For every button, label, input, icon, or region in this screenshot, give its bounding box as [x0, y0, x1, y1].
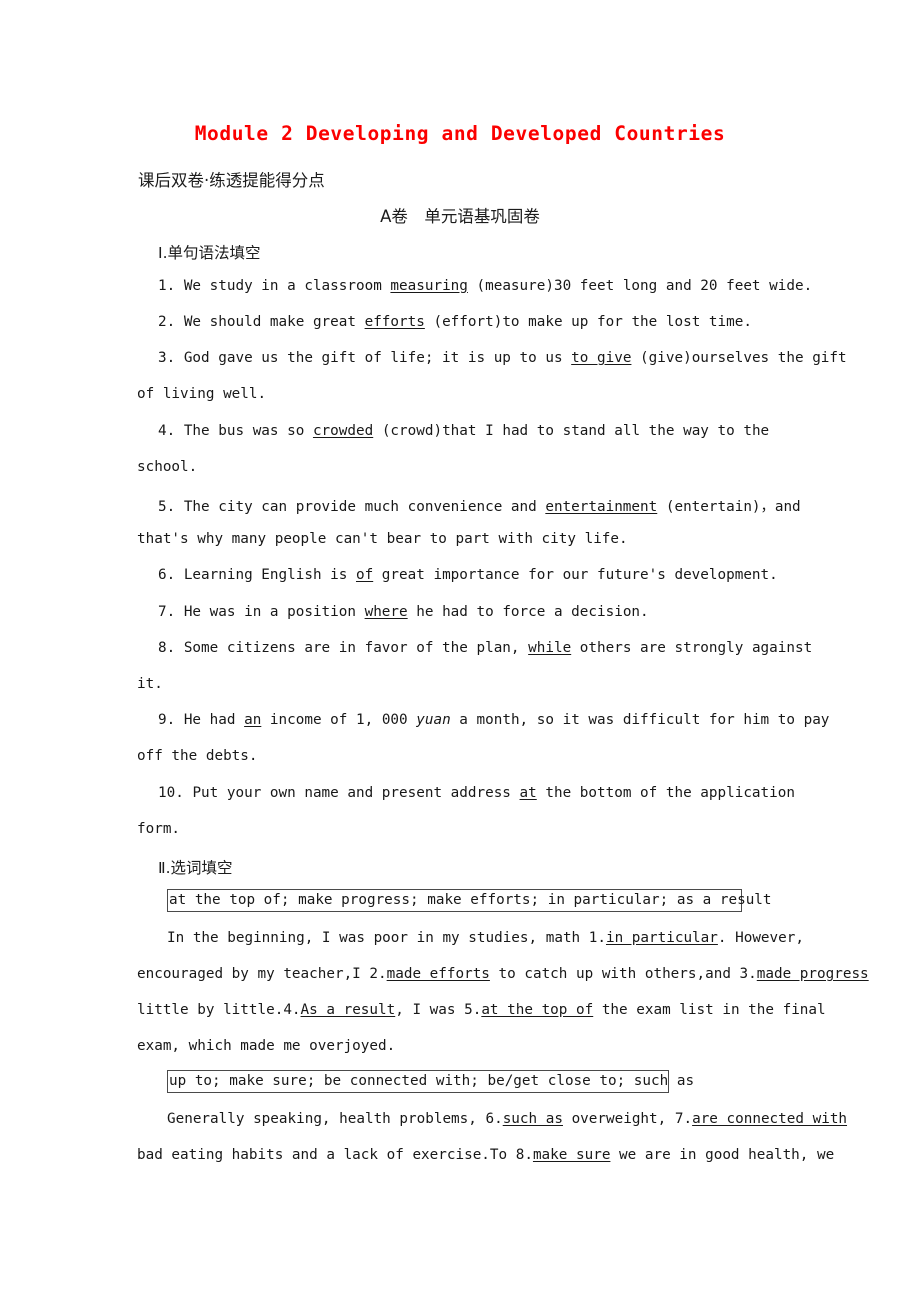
cloze-text: . However,	[717, 930, 804, 946]
exercise-item-10-continuation: form.	[137, 821, 181, 837]
exercise-item-9: 9. He had an income of 1, 000 yuan a mon…	[158, 712, 829, 728]
answer-blank: an	[244, 712, 262, 728]
cloze-paragraph-1-line-4: exam, which made me overjoyed.	[137, 1038, 396, 1054]
item-number: 5.	[158, 499, 184, 515]
cloze-text: In the beginning, I was poor in my studi…	[167, 930, 606, 946]
answer-blank: such as	[502, 1111, 563, 1127]
exercise-item-1: 1. We study in a classroom measuring (me…	[158, 278, 812, 294]
exercise-item-5-continuation: that's why many people can't bear to par…	[137, 531, 628, 547]
exercise-item-9-continuation: off the debts.	[137, 748, 258, 764]
item-text-pre: Learning English is	[183, 567, 356, 583]
cloze-text: , I was 5.	[395, 1002, 482, 1018]
page-title: Module 2 Developing and Developed Countr…	[194, 122, 726, 145]
item-number: 4.	[158, 423, 184, 439]
item-text-post: (entertain)，and	[657, 499, 801, 515]
answer-blank: at	[519, 785, 537, 801]
item-number: 6.	[158, 567, 184, 583]
document-subtitle: 课后双卷·练透提能得分点	[138, 171, 325, 190]
item-text-mid: income of 1, 000	[261, 712, 417, 728]
cloze-text: overweight, 7.	[562, 1111, 693, 1127]
word-bank-1: at the top of; make progress; make effor…	[167, 889, 772, 913]
exercise-item-3-continuation: of living well.	[137, 386, 267, 402]
answer-blank: made efforts	[386, 966, 490, 982]
item-text-post: a month, so it was difficult for him to …	[450, 712, 830, 728]
section-heading-1: Ⅰ.单句语法填空	[158, 244, 261, 262]
exercise-item-2: 2. We should make great efforts (effort)…	[158, 314, 752, 330]
item-number: 9.	[158, 712, 184, 728]
item-text-post: (effort)to make up for the lost time.	[424, 314, 752, 330]
answer-blank: efforts	[364, 314, 425, 330]
answer-blank: made progress	[756, 966, 869, 982]
answer-blank: to give	[571, 350, 632, 366]
item-text-pre: The city can provide much convenience an…	[183, 499, 546, 515]
item-text-post: (give)ourselves the gift	[631, 350, 847, 366]
answer-blank: in particular	[605, 930, 718, 946]
italic-term: yuan	[416, 712, 451, 728]
answer-blank: where	[364, 604, 408, 620]
section-heading-2: Ⅱ.选词填空	[158, 859, 233, 877]
answer-blank: while	[528, 640, 572, 656]
item-text-pre: God gave us the gift of life; it is up t…	[183, 350, 572, 366]
cloze-paragraph-2-line-2: bad eating habits and a lack of exercise…	[137, 1147, 834, 1163]
item-text-pre: The bus was so	[183, 423, 313, 439]
exercise-item-8: 8. Some citizens are in favor of the pla…	[158, 640, 812, 656]
item-number: 2.	[158, 314, 184, 330]
word-bank-2: up to; make sure; be connected with; be/…	[167, 1070, 694, 1094]
cloze-text: Generally speaking, health problems, 6.	[167, 1111, 503, 1127]
exercise-item-4-continuation: school.	[137, 459, 198, 475]
cloze-text: bad eating habits and a lack of exercise…	[137, 1147, 533, 1163]
answer-blank: at the top of	[481, 1002, 594, 1018]
exercise-item-4: 4. The bus was so crowded (crowd)that I …	[158, 423, 769, 439]
item-text-post: (measure)30 feet long and 20 feet wide.	[467, 278, 813, 294]
exercise-item-3: 3. God gave us the gift of life; it is u…	[158, 350, 847, 366]
cloze-paragraph-1-line-2: encouraged by my teacher,I 2.made effort…	[137, 966, 869, 982]
item-text-pre: He was in a position	[183, 604, 365, 620]
cloze-text: the exam list in the final	[593, 1002, 826, 1018]
item-text-pre: He had	[183, 712, 245, 728]
item-text-pre: Put your own name and present address	[192, 785, 520, 801]
answer-blank: entertainment	[545, 499, 658, 515]
document-page: Module 2 Developing and Developed Countr…	[0, 0, 920, 1302]
item-number: 3.	[158, 350, 184, 366]
item-number: 8.	[158, 640, 184, 656]
exercise-item-5: 5. The city can provide much convenience…	[158, 495, 801, 516]
exercise-item-7: 7. He was in a position where he had to …	[158, 604, 649, 620]
item-number: 10.	[158, 785, 193, 801]
answer-blank: As a result	[300, 1002, 396, 1018]
answer-blank: make sure	[532, 1147, 611, 1163]
exercise-item-8-continuation: it.	[137, 676, 163, 692]
item-text-post: others are strongly against	[571, 640, 813, 656]
item-text-pre: We study in a classroom	[183, 278, 391, 294]
answer-blank: are connected with	[692, 1111, 848, 1127]
cloze-text: to catch up with others,and 3.	[489, 966, 757, 982]
cloze-paragraph-1-line-1: In the beginning, I was poor in my studi…	[167, 930, 804, 946]
cloze-paragraph-2-line-1: Generally speaking, health problems, 6.s…	[167, 1111, 847, 1127]
exercise-item-10: 10. Put your own name and present addres…	[158, 785, 795, 801]
cloze-text: we are in good health, we	[610, 1147, 835, 1163]
item-text-post: he had to force a decision.	[407, 604, 649, 620]
part-banner: A卷 单元语基巩固卷	[380, 207, 540, 226]
item-text-post: (crowd)that I had to stand all the way t…	[373, 423, 770, 439]
item-text-pre: Some citizens are in favor of the plan,	[183, 640, 529, 656]
item-text-pre: We should make great	[183, 314, 365, 330]
cloze-paragraph-1-line-3: little by little.4.As a result, I was 5.…	[137, 1002, 826, 1018]
cloze-text: encouraged by my teacher,I 2.	[137, 966, 387, 982]
answer-blank: crowded	[312, 423, 374, 439]
item-text-post: great importance for our future's develo…	[373, 567, 778, 583]
cloze-text: little by little.4.	[137, 1002, 301, 1018]
item-number: 1.	[158, 278, 184, 294]
answer-blank: of	[355, 567, 374, 583]
item-text-post: the bottom of the application	[536, 785, 795, 801]
exercise-item-6: 6. Learning English is of great importan…	[158, 567, 778, 583]
item-number: 7.	[158, 604, 184, 620]
answer-blank: measuring	[390, 278, 468, 294]
